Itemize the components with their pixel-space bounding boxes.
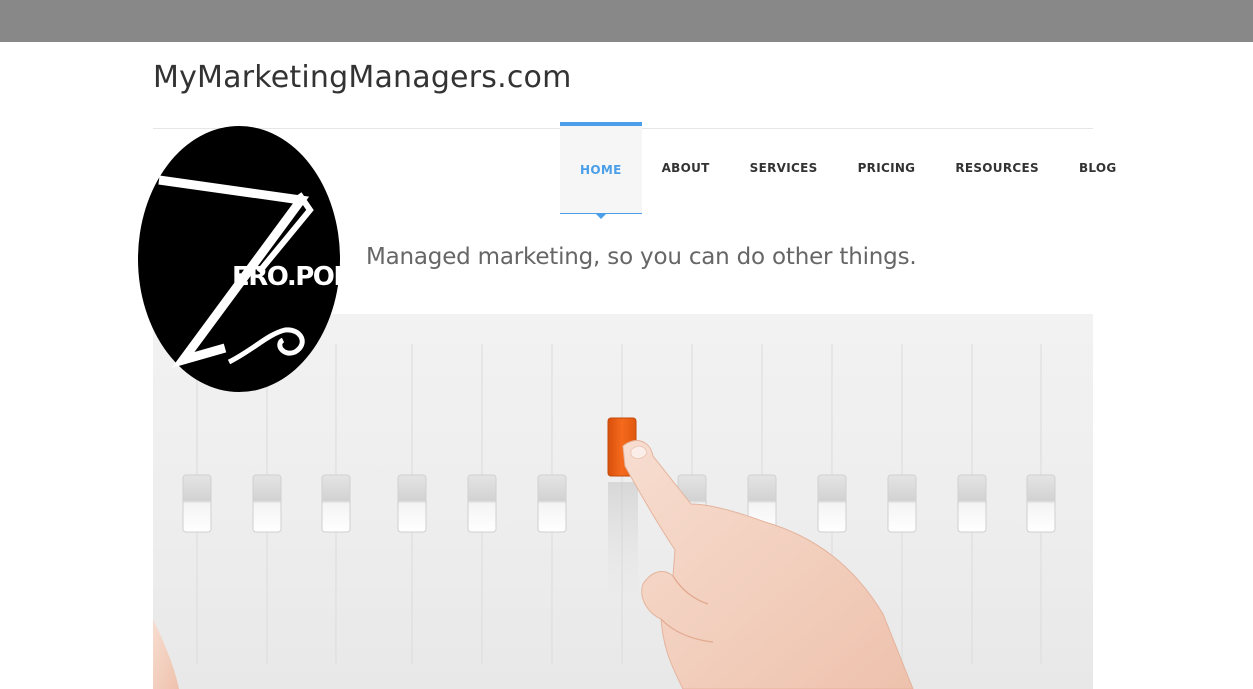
- logo-text: ERO.POINT: [232, 262, 345, 292]
- active-caret-icon: [595, 214, 606, 219]
- nav-item-blog[interactable]: BLOG: [1059, 122, 1137, 214]
- site-tagline: Managed marketing, so you can do other t…: [366, 244, 917, 270]
- browser-top-bar: [0, 0, 1253, 42]
- nav-item-resources[interactable]: RESOURCES: [935, 122, 1059, 214]
- nav-item-label: ABOUT: [661, 161, 710, 175]
- nav-item-label: RESOURCES: [955, 161, 1039, 175]
- nav-item-label: HOME: [580, 162, 622, 177]
- orange-knob-shadow: [608, 482, 638, 602]
- site-title[interactable]: MyMarketingManagers.com: [153, 60, 572, 95]
- nav-item-label: PRICING: [857, 161, 916, 175]
- nav-item-label: SERVICES: [749, 161, 818, 175]
- nav-item-label: BLOG: [1078, 161, 1117, 175]
- nav-item-home[interactable]: HOME: [560, 122, 642, 219]
- nav-item-pricing[interactable]: PRICING: [838, 122, 936, 214]
- zero-point-logo-icon[interactable]: ERO.POINT: [133, 122, 345, 397]
- nav-item-about[interactable]: ABOUT: [642, 122, 730, 214]
- main-nav: HOME ABOUT SERVICES PRICING RESOURCES BL…: [560, 122, 1137, 219]
- nav-item-services[interactable]: SERVICES: [730, 122, 838, 214]
